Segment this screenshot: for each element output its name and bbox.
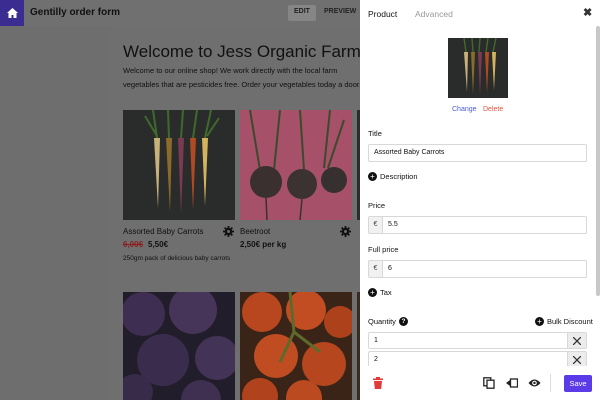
old-price: 6,00€ [123,240,144,249]
product-description: 250gm pack of delicious baby carrots [123,255,231,262]
plus-circle-icon: + [535,317,544,326]
product-image-tomatoes [240,292,352,400]
footer-divider [550,374,551,392]
product-image-carrots [123,110,235,220]
quantity-value: 1 [374,337,378,344]
settings-gear-icon[interactable] [340,226,351,237]
page-heading: Welcome to Jess Organic Farm C [123,42,370,61]
quantity-label-row: Quantity ? [368,317,408,326]
quantity-label: Quantity [368,317,396,326]
help-icon[interactable]: ? [398,317,408,326]
preview-mode-button[interactable]: PREVIEW [318,5,362,21]
home-button[interactable] [0,0,24,26]
store-page: Welcome to Jess Organic Farm C Welcome t… [110,26,370,400]
add-tax-label: Tax [380,288,392,297]
price-label: Price [368,201,386,210]
edit-mode-button[interactable]: EDIT [288,5,316,21]
move-icon[interactable] [506,377,518,389]
tab-product[interactable]: Product [368,9,397,19]
add-tax-button[interactable]: + Tax [368,288,392,297]
clear-x-icon [573,355,581,364]
product-price: 2,50€ per kg [240,240,287,249]
product-card-beetroot[interactable]: Beetroot 2,50€ per kg [240,110,352,260]
full-price-field[interactable]: € 6 [368,260,587,278]
settings-gear-icon[interactable] [223,226,234,237]
intro-text: Welcome to our online shop! We work dire… [123,66,362,89]
panel-scrollbar[interactable] [596,26,600,296]
currency-prefix: € [369,261,383,277]
price-value: 5.5 [388,221,398,228]
title-value: Assorted Baby Carrots [374,149,445,156]
product-editor-panel: Product Advanced ✖ Change Delete Title A… [360,0,600,400]
plus-circle-icon: + [368,172,377,181]
add-description-label: Description [380,172,418,181]
full-price-value: 6 [388,265,392,272]
bulk-discount-button[interactable]: + Bulk Discount [535,317,593,326]
remove-quantity-button[interactable] [567,352,586,367]
add-description-button[interactable]: + Description [368,172,418,181]
title-field[interactable]: Assorted Baby Carrots [368,144,587,162]
product-card-tomatoes[interactable] [240,292,352,400]
product-card-cabbage[interactable] [123,292,235,400]
product-thumbnail [448,38,508,98]
remove-quantity-button[interactable] [567,333,586,348]
product-price: 5,50€ [148,240,169,249]
trash-icon[interactable] [372,377,384,389]
clear-x-icon [573,336,581,345]
delete-image-link[interactable]: Delete [483,106,503,113]
full-price-label: Full price [368,245,399,254]
plus-circle-icon: + [368,288,377,297]
close-icon[interactable]: ✖ [583,6,592,19]
product-name: Beetroot [240,227,271,236]
currency-prefix: € [369,217,383,233]
title-label: Title [368,129,382,138]
bulk-discount-label: Bulk Discount [547,317,593,326]
home-icon [6,8,18,18]
save-button[interactable]: Save [564,375,592,392]
product-name: Assorted Baby Carrots [123,227,204,236]
duplicate-icon[interactable] [483,377,495,389]
product-card-carrots[interactable]: Assorted Baby Carrots 6,00€ 5,50€ 250gm … [123,110,235,270]
product-image-cabbage [123,292,235,400]
quantity-option[interactable]: 1 [368,332,587,349]
quantity-value: 2 [374,356,378,363]
change-image-link[interactable]: Change [452,106,477,113]
panel-footer: Save [360,366,600,400]
price-field[interactable]: € 5.5 [368,216,587,234]
app-title: Gentilly order form [30,7,121,18]
preview-eye-icon[interactable] [528,377,541,389]
tab-advanced[interactable]: Advanced [415,9,453,19]
product-image-beetroot [240,110,352,220]
